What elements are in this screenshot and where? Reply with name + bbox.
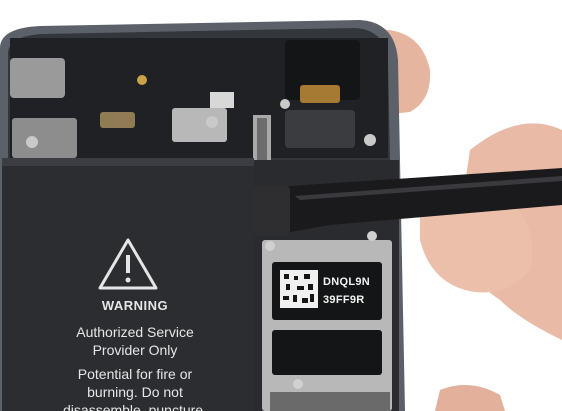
gold-dot [137,75,147,85]
screw-6 [367,231,377,241]
small-chip [210,92,234,108]
photo-scene: WARNING Authorized Service Provider Only… [0,0,562,411]
metal-bracket-mid [172,108,227,142]
connector-block [285,110,355,148]
gold-contacts [100,112,135,128]
warning-line: burning. Do not [87,384,183,400]
warning-triangle-bar [126,255,130,273]
screw-3 [364,134,376,146]
lower-chip [272,330,382,375]
flash-module [300,85,340,103]
vibrator-bracket [10,58,65,98]
chip-label-line: DNQL9N [323,276,371,288]
bottom-connector [270,392,390,411]
chip-label-line: 39FF9R [323,294,365,306]
screw-4 [280,99,290,109]
screw-1 [26,136,38,148]
screw-2 [206,116,218,128]
spudger-tip [254,186,290,236]
battery-edge [2,158,254,166]
screw-5 [265,241,275,251]
metal-bracket-left [12,118,77,158]
warning-line: Authorized Service [76,324,194,340]
warning-line: disassemble, puncture, [63,402,207,411]
screw-7 [293,379,303,389]
warning-line: Potential for fire or [77,366,193,382]
warning-line: Provider Only [92,342,178,358]
warning-title: WARNING [101,298,169,313]
warning-triangle-dot [125,277,131,283]
